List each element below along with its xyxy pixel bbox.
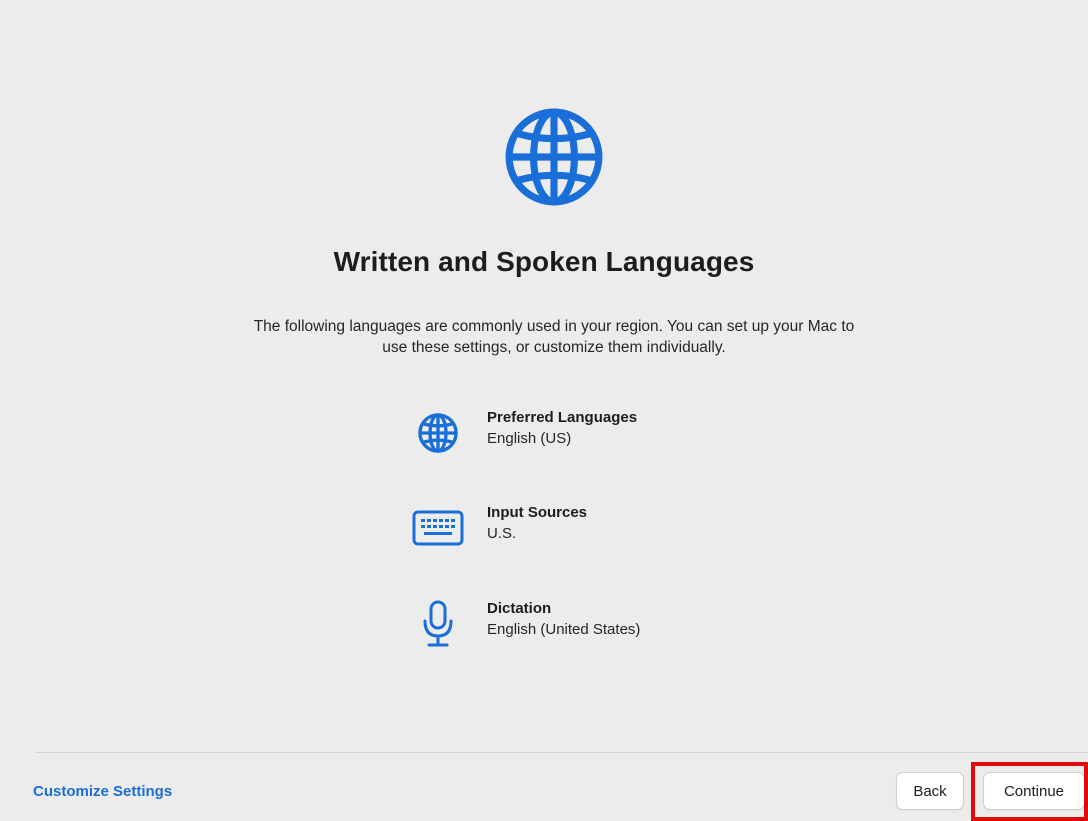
setting-row-input-sources: Input Sources U.S. (404, 503, 764, 553)
setting-value: English (United States) (487, 621, 641, 638)
setting-label: Preferred Languages (487, 409, 638, 426)
footer-divider (36, 752, 1088, 753)
setting-row-dictation: Dictation English (United States) (404, 599, 764, 649)
keyboard-icon (404, 503, 472, 553)
setting-label: Input Sources (487, 504, 588, 521)
page-description: The following languages are commonly use… (253, 318, 855, 356)
globe-icon (404, 408, 472, 458)
setting-text: Preferred Languages English (US) (487, 408, 637, 449)
microphone-icon (404, 599, 472, 649)
setting-text: Dictation English (United States) (487, 599, 640, 640)
page-title: Written and Spoken Languages (333, 246, 755, 277)
setting-value: U.S. (487, 525, 517, 542)
customize-settings-link[interactable]: Customize Settings (33, 783, 172, 800)
setting-row-preferred-languages: Preferred Languages English (US) (404, 408, 764, 458)
setting-label: Dictation (487, 600, 552, 617)
setting-text: Input Sources U.S. (487, 503, 587, 544)
continue-button[interactable]: Continue (983, 772, 1085, 810)
setting-value: English (US) (487, 430, 572, 447)
back-button[interactable]: Back (896, 772, 964, 810)
setup-assistant-window: Written and Spoken Languages The followi… (0, 0, 1088, 821)
globe-icon (503, 106, 605, 208)
